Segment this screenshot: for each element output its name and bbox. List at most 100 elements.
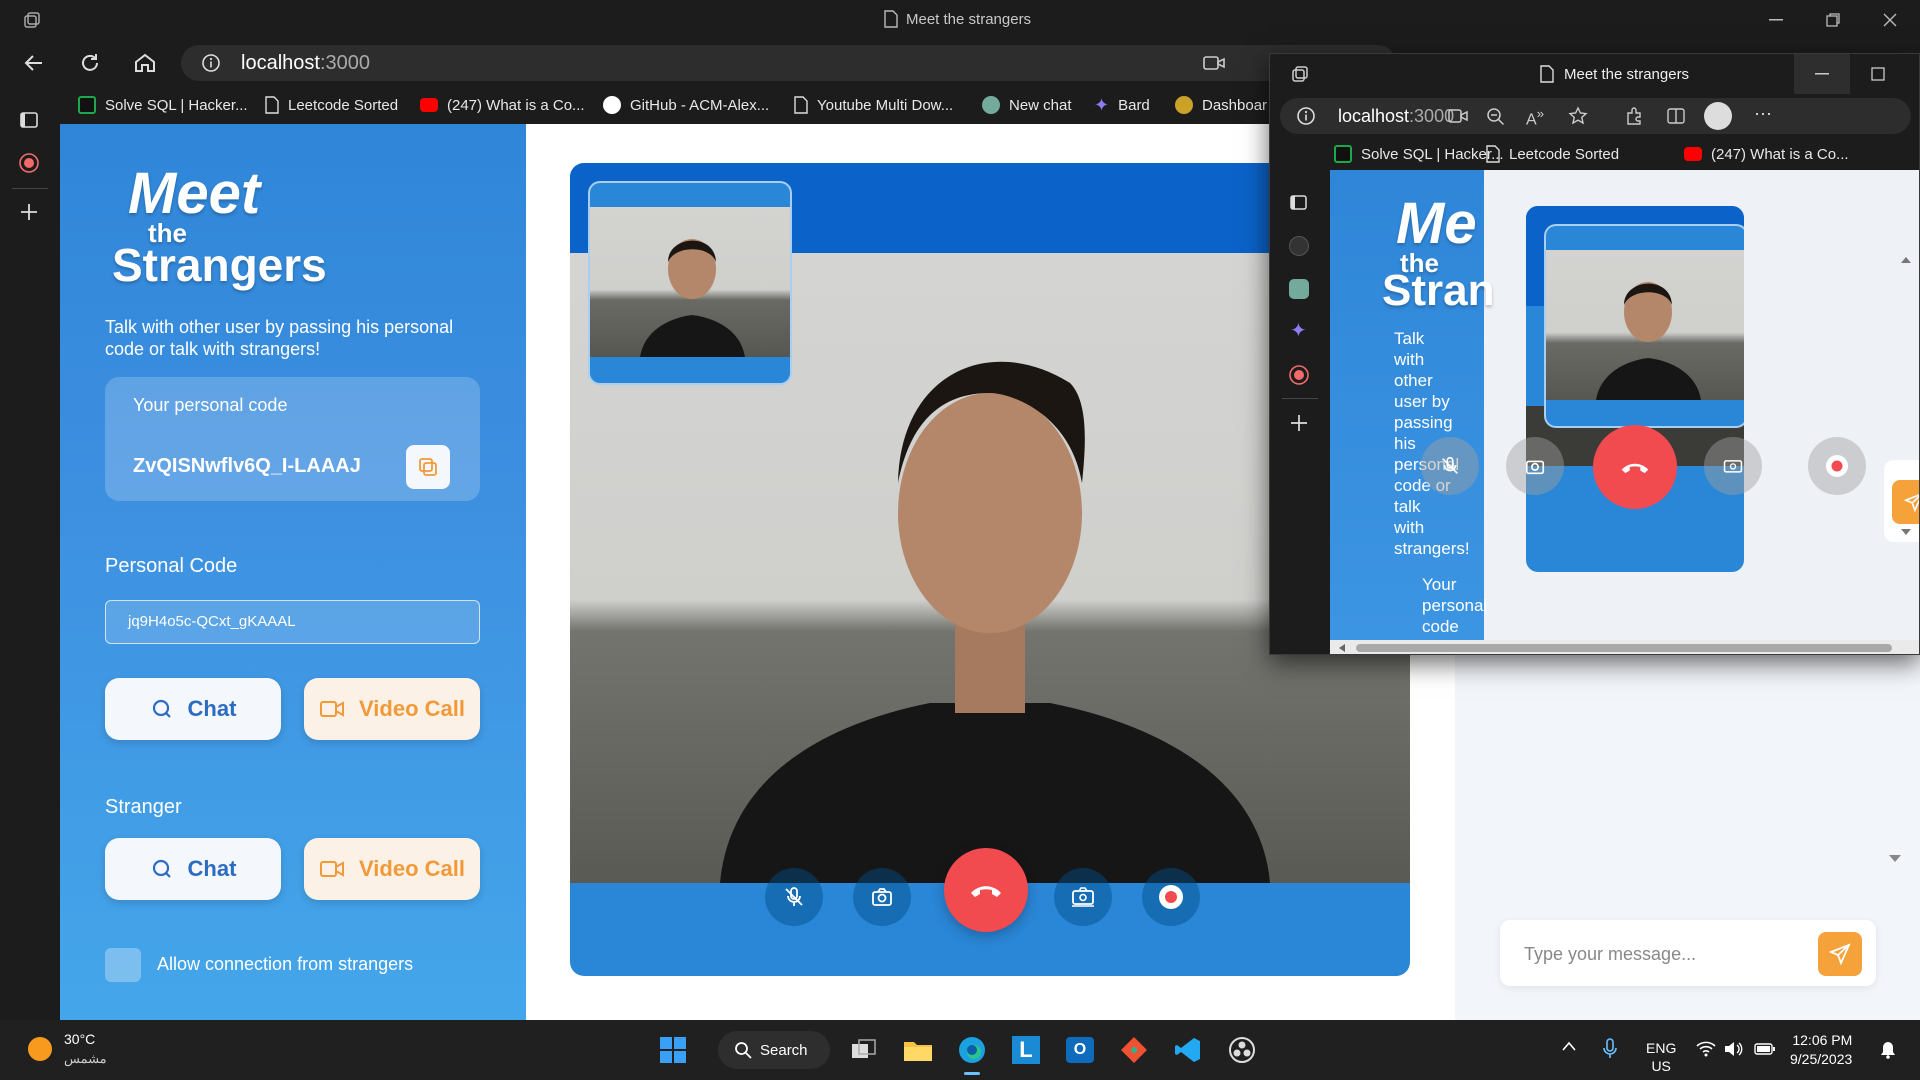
restore-button[interactable]: [1805, 0, 1861, 40]
video-icon: [320, 701, 345, 717]
personal-chat-button[interactable]: Chat: [105, 678, 281, 740]
profile-avatar[interactable]: [1704, 102, 1732, 130]
extensions-icon[interactable]: [1624, 106, 1644, 126]
volume-icon[interactable]: [1724, 1041, 1744, 1057]
record-button[interactable]: [1142, 868, 1200, 926]
popup-logo: Me: [1396, 191, 1477, 256]
send-button[interactable]: [1818, 932, 1862, 976]
end-call-button[interactable]: [944, 848, 1028, 932]
show-hidden-icons[interactable]: [1562, 1041, 1576, 1051]
personal-video-call-button[interactable]: Video Call: [304, 678, 480, 740]
refresh-icon[interactable]: [78, 51, 102, 75]
popup-scroll-down-icon[interactable]: [1900, 528, 1912, 536]
popup-horizontal-scrollbar[interactable]: [1330, 640, 1919, 654]
taskbar-search[interactable]: Search: [718, 1031, 830, 1069]
switch-camera-button[interactable]: [1054, 868, 1112, 926]
tabs-icon[interactable]: [1290, 194, 1308, 212]
back-icon[interactable]: [22, 51, 46, 75]
popup-send-button[interactable]: [1892, 480, 1919, 524]
outlook-icon[interactable]: O: [1062, 1032, 1098, 1068]
hackerrank-icon: [1334, 145, 1352, 163]
bookmark-item[interactable]: Youtube Multi Dow...: [794, 86, 953, 124]
record-icon[interactable]: [1288, 364, 1310, 386]
clock[interactable]: 12:06 PM 9/25/2023: [1790, 1031, 1852, 1069]
message-input[interactable]: Type your message...: [1524, 944, 1696, 965]
obs-icon[interactable]: [1224, 1032, 1260, 1068]
bookmark-item[interactable]: GitHub - ACM-Alex...: [603, 86, 769, 124]
camera-indicator-icon[interactable]: [1448, 107, 1468, 125]
edge-icon[interactable]: [954, 1032, 990, 1068]
bookmark-item[interactable]: Leetcode Sorted: [265, 86, 398, 124]
split-screen-icon[interactable]: [1666, 106, 1686, 126]
popup-mute-button[interactable]: [1421, 437, 1479, 495]
record-icon[interactable]: [18, 152, 40, 174]
github-icon[interactable]: [1289, 236, 1309, 256]
hang-up-icon: [971, 886, 1001, 897]
stranger-video-call-button[interactable]: Video Call: [304, 838, 480, 900]
popup-switch-camera-button[interactable]: [1704, 437, 1762, 495]
weather-sun-icon[interactable]: [28, 1037, 52, 1061]
camera-toggle-button[interactable]: [853, 868, 911, 926]
bookmark-item[interactable]: Leetcode Sorted: [1486, 138, 1619, 170]
popup-record-button[interactable]: [1808, 437, 1866, 495]
bookmark-item[interactable]: (247) What is a Co...: [420, 86, 585, 124]
address-bar[interactable]: localhost:3000: [181, 45, 1396, 81]
popup-page: Me the Stran Talk with other user by passing…: [1330, 170, 1919, 640]
vscode-icon[interactable]: [1170, 1032, 1206, 1068]
popup-sidebar: ✦: [1270, 170, 1330, 654]
tab-actions-icon[interactable]: [1290, 65, 1310, 85]
app-l-icon[interactable]: L: [1008, 1032, 1044, 1068]
personal-code-input[interactable]: jq9H4o5c-QCxt_gKAAAL: [105, 600, 480, 644]
add-icon[interactable]: [1290, 414, 1308, 432]
bookmark-item[interactable]: Solve SQL | Hacker...: [1334, 138, 1504, 170]
popup-address-bar[interactable]: localhost:3000 A» ⋯: [1280, 98, 1911, 134]
tab-actions-icon[interactable]: [22, 11, 42, 31]
favorite-icon[interactable]: [1568, 106, 1588, 126]
read-aloud-icon[interactable]: A»: [1526, 106, 1544, 129]
more-options-icon[interactable]: ⋯: [1754, 104, 1772, 125]
git-icon[interactable]: [1116, 1032, 1152, 1068]
info-icon[interactable]: [201, 53, 221, 73]
popup-scroll-up-icon[interactable]: [1900, 256, 1912, 264]
bookmark-item[interactable]: Solve SQL | Hacker...: [78, 86, 248, 124]
copy-code-button[interactable]: [406, 445, 450, 489]
search-icon: [735, 1042, 752, 1059]
chatgpt-icon[interactable]: [1289, 279, 1309, 299]
battery-icon[interactable]: [1754, 1042, 1776, 1056]
bookmark-item[interactable]: ✦ Bard: [1094, 86, 1150, 124]
popup-camera-button[interactable]: [1506, 437, 1564, 495]
home-icon[interactable]: [133, 51, 157, 75]
popup-maximize-button[interactable]: [1850, 54, 1906, 94]
zoom-icon[interactable]: [1486, 107, 1506, 127]
file-explorer-icon[interactable]: [900, 1032, 936, 1068]
bookmark-item[interactable]: New chat: [982, 86, 1072, 124]
dashboard-icon: [1175, 96, 1193, 114]
popup-end-call-button[interactable]: [1593, 425, 1677, 509]
start-icon[interactable]: [655, 1032, 691, 1068]
bookmark-item[interactable]: Dashboar: [1175, 86, 1267, 124]
close-button[interactable]: [1862, 0, 1918, 40]
minimize-button[interactable]: [1748, 0, 1804, 40]
popup-minimize-button[interactable]: [1794, 54, 1850, 94]
temperature[interactable]: 30°C: [64, 1031, 95, 1047]
camera-indicator-icon[interactable]: [1203, 53, 1225, 73]
stranger-chat-button[interactable]: Chat: [105, 838, 281, 900]
tabs-icon[interactable]: [19, 110, 39, 130]
scroll-down-icon[interactable]: [1888, 854, 1902, 864]
microphone-icon[interactable]: [1603, 1038, 1617, 1060]
allow-strangers-checkbox[interactable]: [105, 948, 141, 982]
bard-icon[interactable]: ✦: [1290, 318, 1307, 343]
bookmark-item[interactable]: (247) What is a Co...: [1684, 138, 1849, 170]
language-indicator[interactable]: ENG US: [1646, 1039, 1676, 1075]
url-port: :3000: [319, 52, 370, 74]
page-icon: [1486, 145, 1500, 163]
wifi-icon[interactable]: [1696, 1041, 1716, 1057]
notification-icon[interactable]: [1880, 1041, 1896, 1059]
weather-condition: مشمس: [64, 1051, 107, 1066]
info-icon[interactable]: [1296, 106, 1316, 126]
mute-mic-button[interactable]: [765, 868, 823, 926]
send-icon: [1829, 943, 1851, 965]
task-view-icon[interactable]: [846, 1032, 882, 1068]
popup-personal-code-label: Your personal code: [1422, 575, 1488, 636]
add-icon[interactable]: [19, 202, 39, 222]
